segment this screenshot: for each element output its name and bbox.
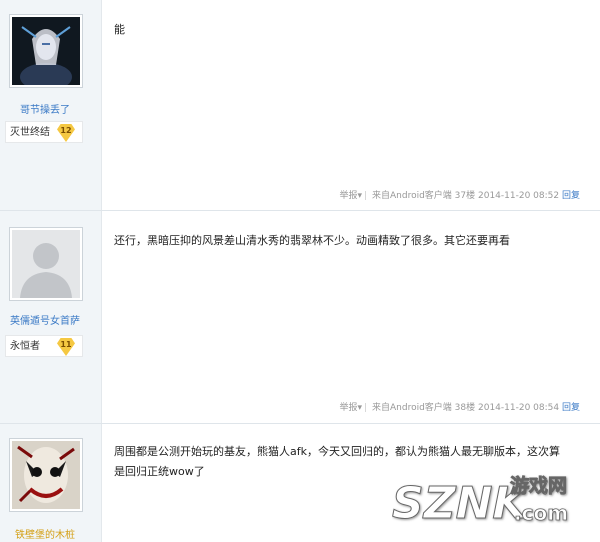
post-content-line: 周围都是公测开始玩的基友，熊猫人afk，今天又回归的，都认为熊猫人最无聊版本，这…: [114, 445, 560, 458]
report-link[interactable]: 举报▾: [340, 191, 363, 201]
level-icon: 11: [57, 338, 75, 356]
reply-link[interactable]: 回复: [562, 191, 580, 201]
rank-badge: 永恒者 11: [5, 335, 83, 357]
logo-text: SZNK: [392, 478, 529, 529]
post-meta: 举报▾ | 来自Android客户端 38楼 2014-11-20 08:54 回…: [339, 403, 580, 413]
post-38: 英儒遁号女首萨 永恒者 11 还行，黑暗压抑的风景差山清水秀的翡翠林不少。动画精…: [0, 211, 600, 424]
avatar[interactable]: [9, 14, 83, 91]
avatar[interactable]: [9, 227, 83, 301]
site-domain: .com: [514, 501, 568, 525]
username[interactable]: 铁壁堡的木桩: [0, 526, 90, 541]
post-content: 能: [114, 23, 125, 36]
post-time: 2014-11-20 08:52: [478, 191, 560, 201]
rank-title: 灭世终结: [10, 127, 50, 138]
sznk-logo: SZNK 游戏网 .com: [392, 474, 569, 530]
reply-link[interactable]: 回复: [562, 403, 580, 413]
user-sidebar: 英儒遁号女首萨 永恒者 11: [0, 211, 102, 423]
site-name: 游戏网: [510, 474, 567, 497]
post-time: 2014-11-20 08:54: [478, 403, 560, 413]
avatar[interactable]: [9, 438, 83, 512]
avatar-image: [12, 441, 80, 509]
default-avatar-icon: [12, 230, 80, 298]
rank-badge: 灭世终结 12: [5, 121, 83, 143]
source-label: 来自Android客户端: [372, 191, 452, 201]
site-watermark: SZNK 游戏网 .com: [392, 468, 592, 536]
rank-title: 永恒者: [10, 341, 40, 352]
username[interactable]: 英儒遁号女首萨: [0, 312, 90, 327]
report-link[interactable]: 举报▾: [340, 403, 363, 413]
avatar-image: [12, 17, 80, 91]
source-label: 来自Android客户端: [372, 403, 452, 413]
post-content: 还行，黑暗压抑的风景差山清水秀的翡翠林不少。动画精致了很多。其它还要再看: [114, 234, 510, 247]
floor-number: 38楼: [454, 403, 476, 413]
post-meta: 举报▾ | 来自Android客户端 37楼 2014-11-20 08:52 回…: [339, 191, 580, 201]
user-sidebar: 哥节操丢了 灭世终结 12: [0, 0, 102, 210]
floor-number: 37楼: [454, 191, 476, 201]
level-icon: 12: [57, 124, 75, 142]
post-37: 哥节操丢了 灭世终结 12 能 举报▾ | 来自Android客户端 37楼 20…: [0, 0, 600, 211]
username[interactable]: 哥节操丢了: [0, 101, 90, 116]
user-sidebar: 铁壁堡的木桩: [0, 424, 102, 542]
